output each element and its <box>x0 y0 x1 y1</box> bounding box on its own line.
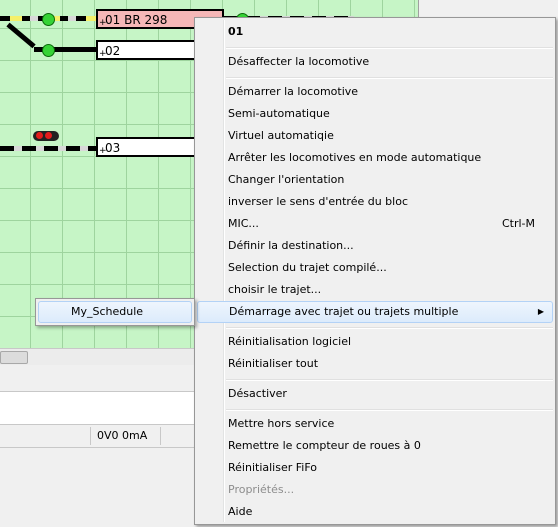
block-context-menu: 01 Désaffecter la locomotive Démarrer la… <box>194 17 556 525</box>
block-label: 01 BR 298 <box>105 13 168 27</box>
menu-separator <box>226 47 553 49</box>
menu-item-mic[interactable]: MIC... Ctrl-M <box>197 213 553 235</box>
menu-item-reset-all[interactable]: Réinitialiser tout <box>197 353 553 375</box>
block-label: 03 <box>105 141 121 155</box>
power-status: 0V0 0mA <box>97 429 148 442</box>
menu-shortcut: Ctrl-M <box>501 217 535 230</box>
menu-item-reset-wheel-counter[interactable]: Remettre le compteur de roues à 0 <box>197 435 553 457</box>
menu-item-help[interactable]: Aide <box>197 501 553 523</box>
menu-title: 01 <box>228 25 244 38</box>
signal-green-icon[interactable] <box>42 13 55 26</box>
signal-green-icon[interactable] <box>42 44 55 57</box>
menu-item-choose-route[interactable]: choisir le trajet... <box>197 279 553 301</box>
menu-item-label: MIC... <box>228 217 259 230</box>
menu-item-deactivate[interactable]: Désactiver <box>197 383 553 405</box>
menu-item-label: Démarrage avec trajet ou trajets multipl… <box>229 305 459 318</box>
menu-item-out-of-service[interactable]: Mettre hors service <box>197 413 553 435</box>
menu-separator <box>226 327 553 329</box>
menu-item-compiled-route[interactable]: Selection du trajet compilé... <box>197 257 553 279</box>
menu-item-virtual-auto[interactable]: Virtuel automatiqie <box>197 125 553 147</box>
menu-item-reverse-entry[interactable]: inverser le sens d'entrée du bloc <box>197 191 553 213</box>
menu-item-semi-auto[interactable]: Semi-automatique <box>197 103 553 125</box>
submenu-item-my-schedule[interactable]: My_Schedule <box>38 301 192 323</box>
menu-item-change-direction[interactable]: Changer l'orientation <box>197 169 553 191</box>
menu-item-reset-fifo[interactable]: Réinitialiser FiFo <box>197 457 553 479</box>
menu-separator <box>226 409 553 411</box>
status-separator <box>90 427 91 445</box>
signal-red-icon <box>36 132 43 139</box>
schedule-submenu: My_Schedule <box>35 298 195 326</box>
menu-item-start-loco[interactable]: Démarrer la locomotive <box>197 81 553 103</box>
scrollbar-thumb[interactable] <box>0 351 28 364</box>
track-rail <box>0 146 97 151</box>
menu-item-soft-reset[interactable]: Réinitialisation logiciel <box>197 331 553 353</box>
menu-item-start-with-schedule[interactable]: Démarrage avec trajet ou trajets multipl… <box>197 301 553 323</box>
menu-item-set-destination[interactable]: Définir la destination... <box>197 235 553 257</box>
signal-red-icon <box>45 132 52 139</box>
menu-item-properties: Propriétés... <box>228 483 295 496</box>
menu-item-stop-auto[interactable]: Arrêter les locomotives en mode automati… <box>197 147 553 169</box>
track-switch[interactable] <box>6 22 36 49</box>
status-separator <box>160 427 161 445</box>
block-label: 02 <box>105 44 121 58</box>
menu-separator <box>226 77 553 79</box>
menu-separator <box>226 379 553 381</box>
menu-item-unassign-loco[interactable]: Désaffecter la locomotive <box>197 51 553 73</box>
submenu-arrow-icon: ▶ <box>537 307 544 316</box>
